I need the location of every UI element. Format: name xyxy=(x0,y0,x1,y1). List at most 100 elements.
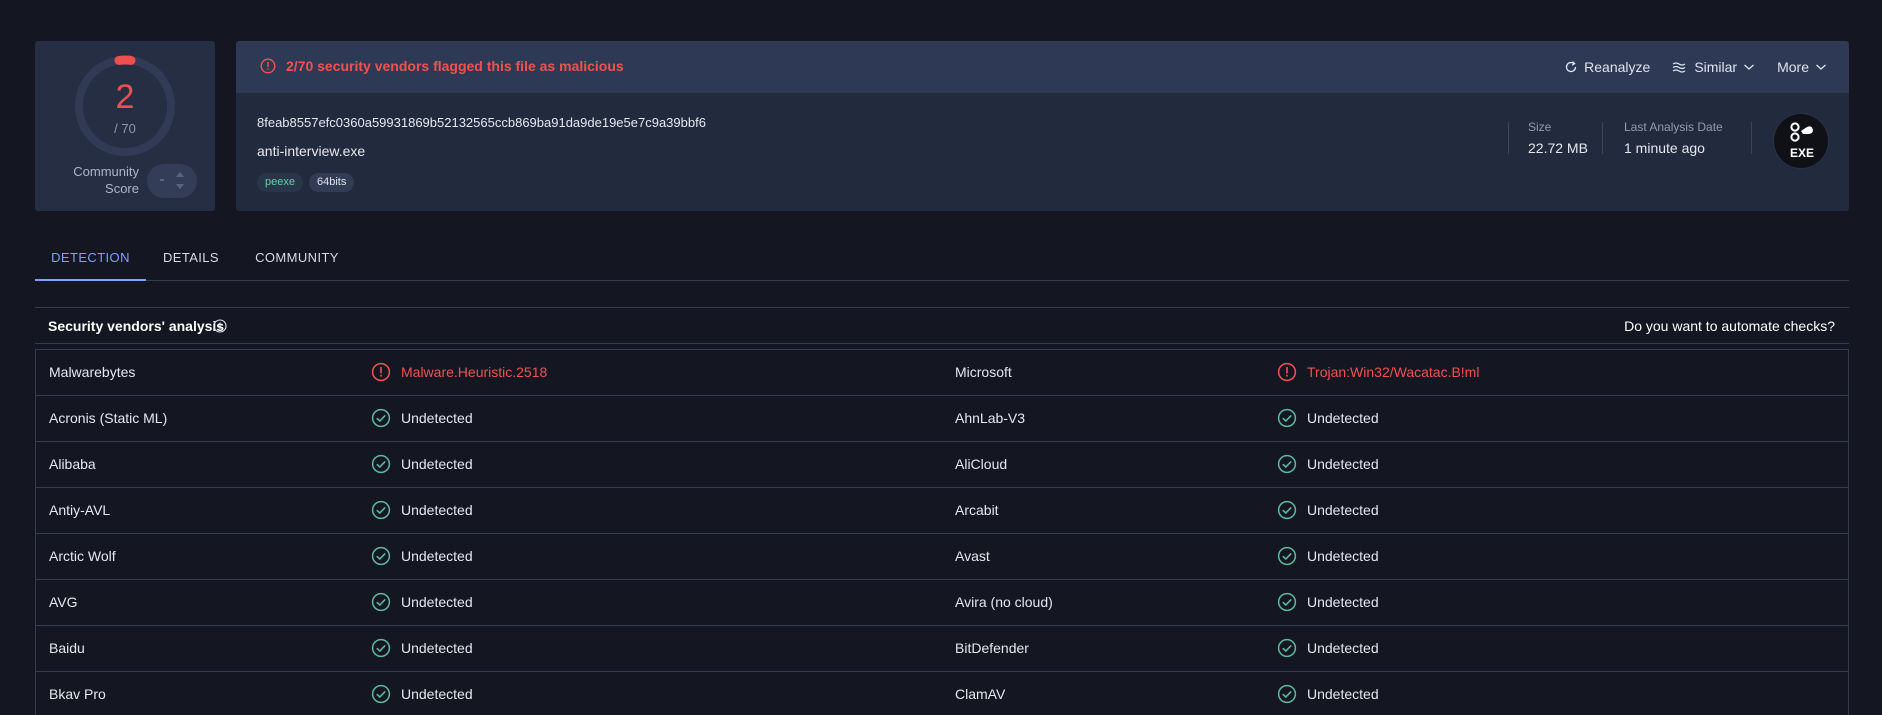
vendor-result: Undetected xyxy=(1277,546,1379,566)
section-title: Security vendors' analysis xyxy=(48,318,225,334)
table-row: Bkav Pro Undetected ClamAV Undetected xyxy=(36,672,1848,715)
vendor-result: Undetected xyxy=(1277,500,1379,520)
header-actions: Reanalyze Similar More xyxy=(1564,56,1827,78)
vote-down-icon[interactable] xyxy=(176,184,184,189)
tag-64bits[interactable]: 64bits xyxy=(308,173,355,192)
community-score-label: Community Score xyxy=(73,164,139,196)
meta-divider xyxy=(1508,122,1509,154)
vendor-result-label: Undetected xyxy=(401,548,473,564)
check-circle-icon xyxy=(371,408,391,428)
meta-divider xyxy=(1751,122,1752,154)
file-type-label: EXE xyxy=(1789,146,1814,160)
vendor-name: Avira (no cloud) xyxy=(955,594,1053,610)
alert-circle-icon xyxy=(371,362,391,382)
similar-label: Similar xyxy=(1694,59,1738,75)
similar-dropdown[interactable]: Similar xyxy=(1672,56,1755,78)
vendor-result-label: Undetected xyxy=(1307,548,1379,564)
vendor-name: Arcabit xyxy=(955,502,999,518)
vendor-name: Alibaba xyxy=(49,456,96,472)
tab-bar: DETECTION DETAILS COMMUNITY xyxy=(35,235,1849,281)
chevron-down-icon xyxy=(1744,64,1755,70)
check-circle-icon xyxy=(1277,684,1297,704)
vendor-name: Bkav Pro xyxy=(49,686,106,702)
exe-gear-icon xyxy=(1790,122,1813,142)
table-row: Malwarebytes Malware.Heuristic.2518 Micros… xyxy=(36,350,1848,396)
check-circle-icon xyxy=(1277,500,1297,520)
community-vote-control[interactable] xyxy=(147,164,197,198)
last-analysis-value: 1 minute ago xyxy=(1624,140,1705,156)
table-row: Acronis (Static ML) Undetected AhnLab-V3 Un… xyxy=(36,396,1848,442)
vendor-name: Malwarebytes xyxy=(49,364,136,380)
vendor-result: Undetected xyxy=(371,684,473,704)
vendor-name: Antiy-AVL xyxy=(49,502,111,518)
alert-circle-icon xyxy=(1277,362,1297,382)
vendor-result: Undetected xyxy=(1277,592,1379,612)
size-value: 22.72 MB xyxy=(1528,140,1588,156)
check-circle-icon xyxy=(371,638,391,658)
vendor-result-label: Undetected xyxy=(401,686,473,702)
vendor-result-label: Undetected xyxy=(401,502,473,518)
vendor-name: Microsoft xyxy=(955,364,1012,380)
vendor-result-label: Undetected xyxy=(1307,640,1379,656)
vendor-result-label: Undetected xyxy=(401,640,473,656)
vendor-result: Undetected xyxy=(371,454,473,474)
tab-details[interactable]: DETAILS xyxy=(156,235,226,281)
vendor-name: Arctic Wolf xyxy=(49,548,116,564)
vendor-result: Undetected xyxy=(1277,408,1379,428)
check-circle-icon xyxy=(1277,454,1297,474)
size-label: Size xyxy=(1528,120,1552,134)
score-card: 2 / 70 Community Score xyxy=(35,41,215,211)
vendor-result-label: Undetected xyxy=(401,456,473,472)
vendor-result-label: Undetected xyxy=(1307,502,1379,518)
vendor-result-label: Trojan:Win32/Wacatac.B!ml xyxy=(1307,364,1480,380)
vote-up-icon[interactable] xyxy=(176,172,184,177)
vendor-result: Undetected xyxy=(371,500,473,520)
vendor-result-label: Undetected xyxy=(1307,594,1379,610)
vendor-name: BitDefender xyxy=(955,640,1029,656)
vendor-result[interactable]: Malware.Heuristic.2518 xyxy=(371,362,547,382)
reanalyze-button[interactable]: Reanalyze xyxy=(1564,56,1650,78)
vendor-result: Undetected xyxy=(371,592,473,612)
file-name: anti-interview.exe xyxy=(257,143,366,159)
tab-community[interactable]: COMMUNITY xyxy=(247,235,347,281)
file-hash[interactable]: 8feab8557efc0360a59931869b52132565ccb869… xyxy=(257,115,706,130)
vendor-result-label: Undetected xyxy=(1307,686,1379,702)
vendor-result: Undetected xyxy=(371,408,473,428)
vendor-result: Undetected xyxy=(371,638,473,658)
check-circle-icon xyxy=(1277,546,1297,566)
vendor-result-label: Undetected xyxy=(401,594,473,610)
file-header-card: 2/70 security vendors flagged this file … xyxy=(236,41,1849,211)
malicious-alert-bar: 2/70 security vendors flagged this file … xyxy=(236,41,1849,93)
vendor-result-label: Undetected xyxy=(1307,456,1379,472)
check-circle-icon xyxy=(1277,408,1297,428)
check-circle-icon xyxy=(371,684,391,704)
more-dropdown[interactable]: More xyxy=(1777,56,1827,78)
check-circle-icon xyxy=(1277,638,1297,658)
vendor-name: AVG xyxy=(49,594,78,610)
file-tags: peexe 64bits xyxy=(257,173,355,192)
check-circle-icon xyxy=(371,454,391,474)
vendor-result[interactable]: Trojan:Win32/Wacatac.B!ml xyxy=(1277,362,1479,382)
check-circle-icon xyxy=(1277,592,1297,612)
chevron-down-icon xyxy=(1816,64,1826,70)
table-row: Arctic Wolf Undetected Avast Undetected xyxy=(36,534,1848,580)
similar-icon xyxy=(1672,62,1686,73)
check-circle-icon xyxy=(371,546,391,566)
automate-checks-link[interactable]: Do you want to automate checks? xyxy=(1624,318,1835,334)
tag-peexe[interactable]: peexe xyxy=(257,173,303,192)
vendor-result-label: Undetected xyxy=(401,410,473,426)
vendors-section-header: Security vendors' analysis Do you want t… xyxy=(35,307,1849,344)
vendors-table: Malwarebytes Malware.Heuristic.2518 Micros… xyxy=(35,349,1849,715)
check-circle-icon xyxy=(371,592,391,612)
table-row: Antiy-AVL Undetected Arcabit Undetected xyxy=(36,488,1848,534)
vendor-name: AhnLab-V3 xyxy=(955,410,1026,426)
vendor-result: Undetected xyxy=(371,546,473,566)
vendor-name: ClamAV xyxy=(955,686,1006,702)
table-row: Baidu Undetected BitDefender Undetected xyxy=(36,626,1848,672)
tab-detection[interactable]: DETECTION xyxy=(35,235,146,281)
vendor-name: Baidu xyxy=(49,640,85,656)
vendor-result: Undetected xyxy=(1277,684,1379,704)
info-icon[interactable] xyxy=(213,319,227,333)
meta-divider xyxy=(1602,122,1603,154)
vendor-name: AliCloud xyxy=(955,456,1008,472)
